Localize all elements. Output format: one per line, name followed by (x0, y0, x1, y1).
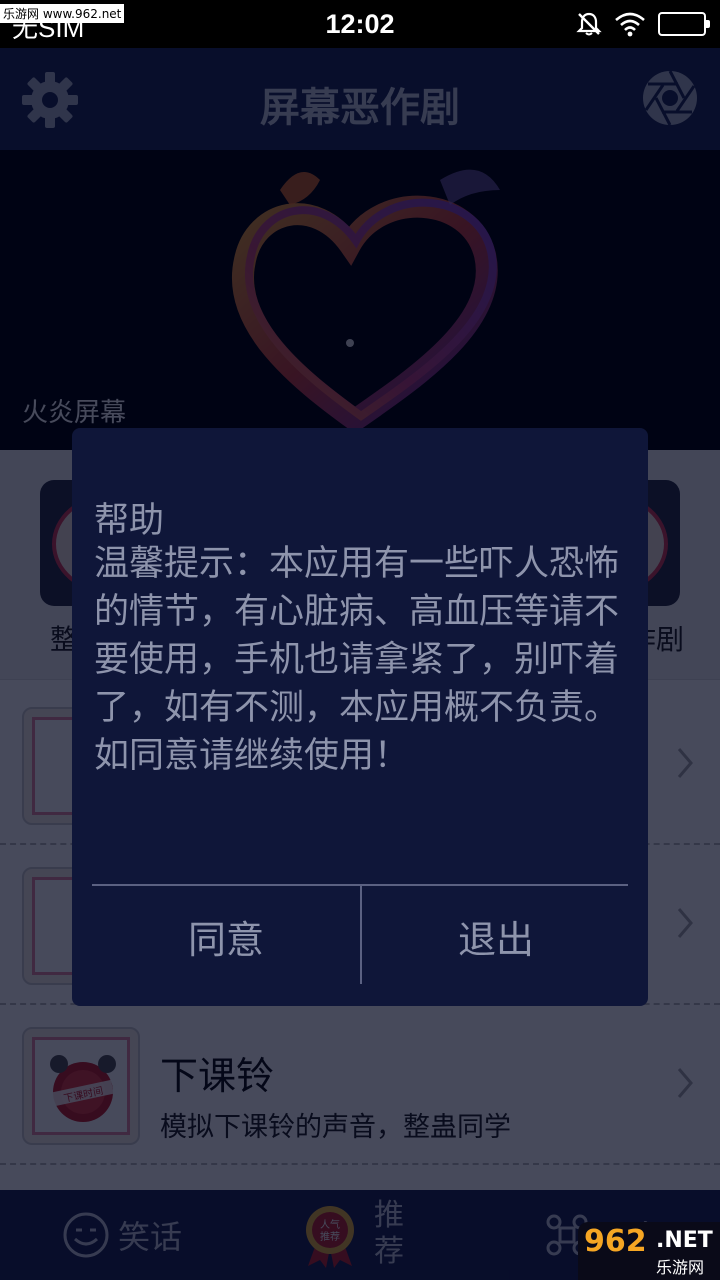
nav-recommend[interactable]: 人气 推荐 (300, 1204, 360, 1272)
smile-icon (63, 1212, 109, 1258)
banner-caption: 火炎屏幕 (22, 398, 127, 428)
watermark-site: 乐游网 (656, 1258, 705, 1277)
status-bar: 无SIM 乐游网 www.962.net 12:02 (0, 0, 720, 48)
banner[interactable]: 火炎屏幕 (0, 150, 720, 450)
watermark-net: .NET (656, 1228, 713, 1253)
dialog-title: 帮助 (94, 501, 165, 541)
page-title: 屏幕恶作剧 (260, 85, 460, 131)
nav-jokes[interactable]: 笑话 (62, 1210, 182, 1260)
chevron-right-icon (677, 908, 693, 938)
nav-recommend-label-2: 荐 (374, 1234, 404, 1269)
badge-text: 推荐 (320, 1230, 340, 1243)
chevron-right-icon (677, 748, 693, 778)
nav-recommend-label[interactable]: 推 荐 (374, 1198, 414, 1270)
exit-button[interactable]: 退出 (362, 886, 630, 986)
status-icons (576, 10, 710, 38)
list-item-title: 下课铃 (160, 1054, 275, 1098)
help-dialog: 帮助 温馨提示：本应用有一些吓人恐怖的情节，有心脏病、高血压等请不要使用，手机也… (72, 428, 648, 1006)
app-header: 屏幕恶作剧 (0, 48, 720, 150)
watermark-number: 962 (584, 1224, 647, 1259)
dialog-message: 温馨提示：本应用有一些吓人恐怖的情节，有心脏病、高血压等请不要使用，手机也请拿紧… (94, 544, 620, 776)
battery-icon (658, 12, 710, 36)
list-item-subtitle: 模拟下课铃的声音，整蛊同学 (160, 1112, 511, 1143)
nav-jokes-label: 笑话 (118, 1218, 183, 1256)
mute-icon (576, 12, 602, 36)
agree-button[interactable]: 同意 (92, 886, 360, 986)
badge-text: 人气 (320, 1218, 340, 1231)
list-item-bell[interactable]: 下课时间 下课铃 模拟下课铃的声音，整蛊同学 (0, 1005, 720, 1165)
chevron-right-icon (677, 1068, 693, 1098)
nav-recommend-label-1: 推 (374, 1198, 404, 1233)
aperture-icon[interactable] (640, 68, 700, 128)
wifi-icon (615, 12, 645, 37)
alarm-clock-icon: 下课时间 (50, 1055, 116, 1122)
bell-thumbnail: 下课时间 (22, 1027, 140, 1145)
site-logo-watermark: 962 .NET 乐游网 (578, 1222, 720, 1280)
badge-icon: 人气 推荐 (306, 1206, 354, 1268)
